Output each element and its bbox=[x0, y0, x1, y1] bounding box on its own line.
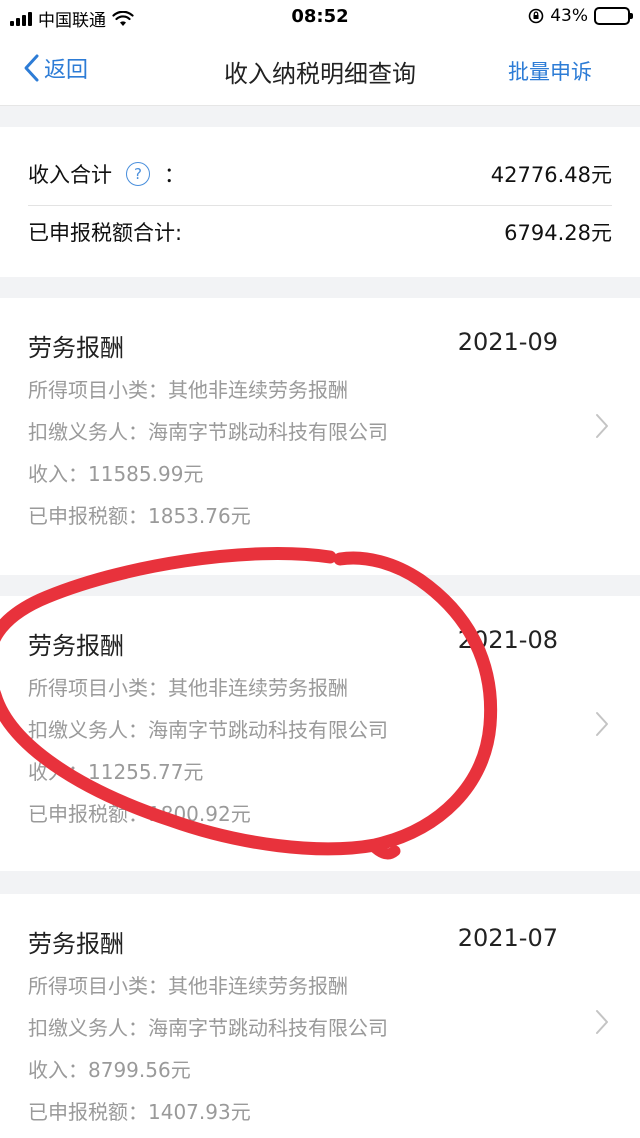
help-icon[interactable]: ? bbox=[126, 162, 150, 186]
record-income: 收入：8799.56元 bbox=[28, 1058, 191, 1082]
record-withholder: 扣缴义务人：海南字节跳动科技有限公司 bbox=[28, 718, 388, 742]
income-total-value: 42776.48元 bbox=[490, 163, 612, 187]
income-total-label: 收入合计 bbox=[28, 163, 112, 187]
record-withholder: 扣缴义务人：海南字节跳动科技有限公司 bbox=[28, 1016, 388, 1040]
record-withholder: 扣缴义务人：海南字节跳动科技有限公司 bbox=[28, 420, 388, 444]
record-income: 收入：11255.77元 bbox=[28, 760, 204, 784]
income-total-row: 收入合计 ? ： 42776.48元 bbox=[28, 157, 612, 191]
record-subcategory: 所得项目小类：其他非连续劳务报酬 bbox=[28, 378, 348, 402]
tax-total-value: 6794.28元 bbox=[504, 221, 612, 245]
chevron-right-icon bbox=[596, 1010, 608, 1034]
battery-icon bbox=[594, 7, 633, 25]
status-bar: 中国联通 08:52 43% bbox=[0, 0, 640, 34]
nav-bar: 返回 收入纳税明细查询 批量申诉 bbox=[0, 34, 640, 106]
record-card-2021-08[interactable]: 劳务报酬 2021-08 所得项目小类：其他非连续劳务报酬 扣缴义务人：海南字节… bbox=[0, 596, 640, 871]
record-income: 收入：11585.99元 bbox=[28, 462, 204, 486]
income-total-label-group: 收入合计 ? ： bbox=[28, 159, 185, 189]
chevron-right-icon bbox=[596, 712, 608, 736]
record-period: 2021-08 bbox=[457, 626, 558, 654]
record-title: 劳务报酬 bbox=[28, 334, 124, 362]
record-card-2021-07[interactable]: 劳务报酬 2021-07 所得项目小类：其他非连续劳务报酬 扣缴义务人：海南字节… bbox=[0, 894, 640, 1138]
tax-total-row: 已申报税额合计: 6794.28元 bbox=[28, 215, 612, 249]
record-subcategory: 所得项目小类：其他非连续劳务报酬 bbox=[28, 974, 348, 998]
income-total-colon: ： bbox=[164, 163, 185, 187]
record-card-2021-09[interactable]: 劳务报酬 2021-09 所得项目小类：其他非连续劳务报酬 扣缴义务人：海南字节… bbox=[0, 298, 640, 575]
summary-card: 收入合计 ? ： 42776.48元 已申报税额合计: 6794.28元 bbox=[0, 127, 640, 277]
tax-total-label: 已申报税额合计: bbox=[28, 221, 183, 245]
record-title: 劳务报酬 bbox=[28, 632, 124, 660]
summary-divider bbox=[28, 205, 612, 206]
record-tax: 已申报税额：1853.76元 bbox=[28, 504, 251, 528]
batch-appeal-button[interactable]: 批量申诉 bbox=[508, 56, 592, 86]
record-title: 劳务报酬 bbox=[28, 930, 124, 958]
record-tax: 已申报税额：1800.92元 bbox=[28, 802, 251, 826]
record-period: 2021-07 bbox=[457, 924, 558, 952]
record-tax: 已申报税额：1407.93元 bbox=[28, 1100, 251, 1124]
chevron-right-icon bbox=[596, 414, 608, 438]
battery-percent: 43% bbox=[550, 6, 588, 26]
rotation-lock-icon bbox=[528, 8, 544, 24]
record-period: 2021-09 bbox=[457, 328, 558, 356]
status-right: 43% bbox=[528, 6, 633, 26]
record-subcategory: 所得项目小类：其他非连续劳务报酬 bbox=[28, 676, 348, 700]
